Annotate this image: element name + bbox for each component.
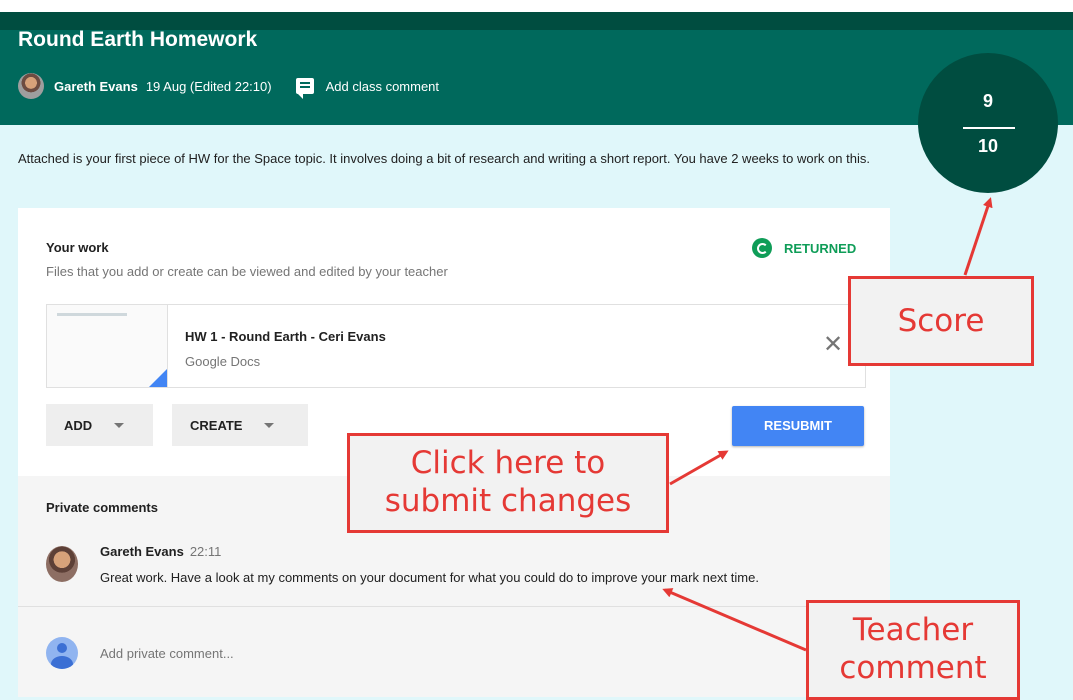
score-arrow bbox=[963, 197, 993, 276]
file-type: Google Docs bbox=[185, 354, 261, 369]
score-divider bbox=[963, 127, 1015, 129]
teacher-callout-line2: comment bbox=[839, 650, 987, 686]
create-button-label: CREATE bbox=[190, 417, 243, 433]
post-date: 19 Aug (Edited 22:10) bbox=[145, 78, 272, 94]
submit-callout-line2: submit changes bbox=[384, 483, 632, 519]
teacher-avatar bbox=[18, 73, 44, 99]
add-button[interactable]: ADD bbox=[46, 404, 153, 446]
private-comment-input[interactable]: Add private comment... bbox=[100, 646, 234, 661]
add-class-comment-link[interactable]: Add class comment bbox=[326, 79, 439, 94]
teacher-callout-line1: Teacher bbox=[852, 612, 974, 648]
divider bbox=[18, 606, 890, 607]
commenter-avatar bbox=[46, 546, 78, 582]
file-thumbnail[interactable] bbox=[47, 305, 168, 387]
teacher-name: Gareth Evans bbox=[54, 78, 138, 94]
remove-file-icon[interactable]: ✕ bbox=[823, 333, 843, 357]
top-strip bbox=[0, 0, 1073, 12]
score-points: 9 bbox=[982, 91, 993, 111]
score-max: 10 bbox=[977, 136, 999, 156]
comment-time: 22:11 bbox=[189, 544, 222, 559]
chevron-down-icon bbox=[114, 422, 125, 428]
status-badge: RETURNED bbox=[752, 238, 856, 258]
your-work-subtitle: Files that you add or create can be view… bbox=[46, 264, 448, 279]
your-work-title: Your work bbox=[46, 240, 109, 255]
returned-icon bbox=[752, 238, 772, 258]
resubmit-button[interactable]: RESUBMIT bbox=[732, 406, 864, 446]
comment-text: Great work. Have a look at my comments o… bbox=[100, 570, 759, 585]
chevron-down-icon bbox=[264, 422, 275, 428]
submit-callout: Click here to submit changes bbox=[347, 433, 669, 533]
comment-header: Gareth Evans 22:11 bbox=[100, 544, 221, 559]
create-button[interactable]: CREATE bbox=[172, 404, 308, 446]
thumbnail-text-line bbox=[57, 313, 127, 316]
score-callout: Score bbox=[848, 276, 1034, 366]
google-docs-icon bbox=[149, 369, 167, 387]
assignment-title: Round Earth Homework bbox=[18, 28, 258, 51]
file-name[interactable]: HW 1 - Round Earth - Ceri Evans bbox=[185, 329, 386, 344]
commenter-name: Gareth Evans bbox=[100, 544, 184, 559]
status-label: RETURNED bbox=[784, 240, 857, 256]
attached-file[interactable]: HW 1 - Round Earth - Ceri Evans Google D… bbox=[46, 304, 866, 388]
assignment-description: Attached is your first piece of HW for t… bbox=[18, 151, 870, 166]
comment-icon[interactable] bbox=[295, 78, 314, 99]
private-comments-title: Private comments bbox=[46, 500, 158, 515]
submit-callout-line1: Click here to bbox=[410, 445, 606, 481]
user-avatar bbox=[46, 637, 78, 669]
score-circle: 9 10 bbox=[918, 53, 1058, 193]
add-button-label: ADD bbox=[64, 417, 93, 433]
assignment-meta: Gareth Evans 19 Aug (Edited 22:10) Add c… bbox=[18, 72, 439, 100]
teacher-callout: Teacher comment bbox=[806, 600, 1020, 700]
